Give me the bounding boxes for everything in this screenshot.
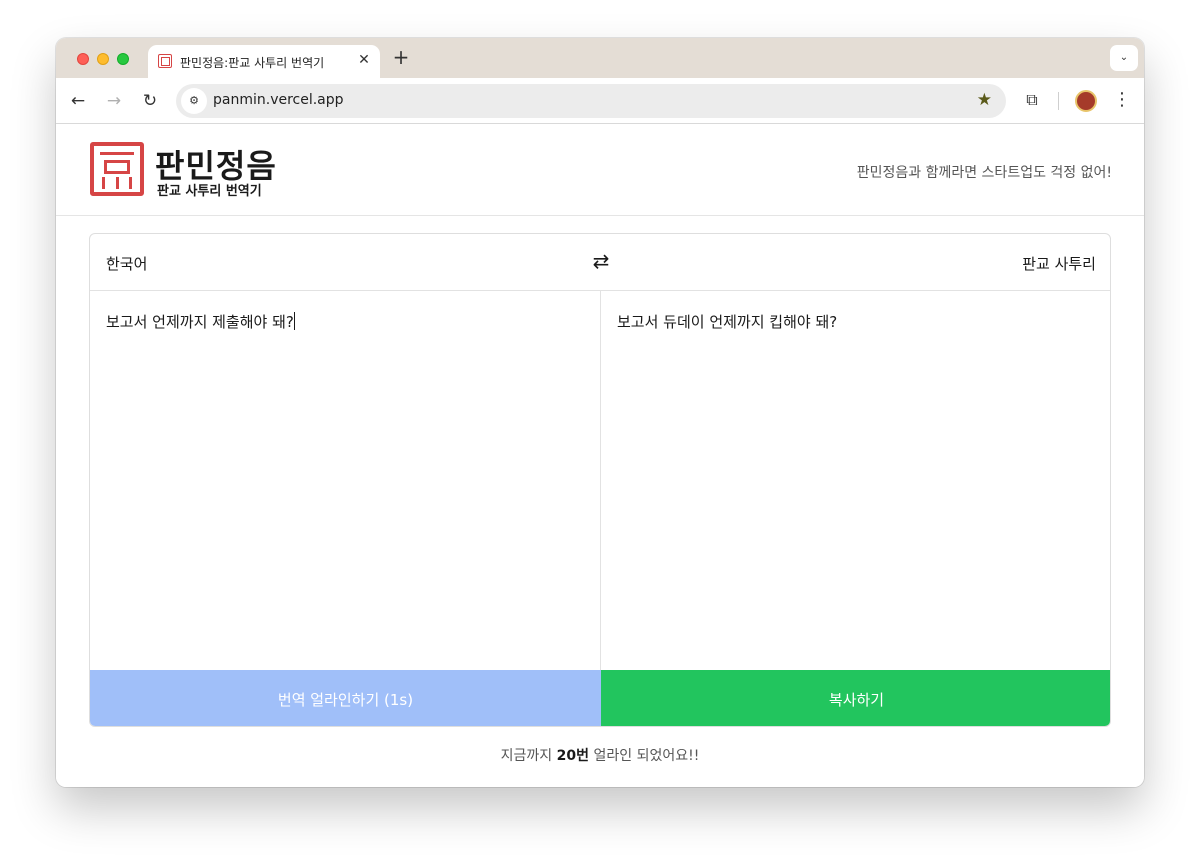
browser-menu-icon[interactable]: ⋮ bbox=[1110, 88, 1134, 112]
profile-avatar[interactable] bbox=[1075, 90, 1097, 112]
toolbar-divider bbox=[1058, 92, 1059, 110]
site-header: 판민정음 판교 사투리 번역기 판민정음과 함께라면 스타트업도 걱정 없어! bbox=[56, 125, 1144, 216]
site-info-icon[interactable]: ⚙ bbox=[181, 88, 207, 114]
forward-button[interactable]: → bbox=[102, 89, 126, 113]
source-text-input[interactable]: 보고서 언제까지 제출해야 돼? bbox=[90, 291, 601, 670]
counter-suffix: 얼라인 되었어요!! bbox=[589, 748, 700, 764]
back-button[interactable]: ← bbox=[66, 89, 90, 113]
target-language-label: 판교 사투리 bbox=[1022, 255, 1096, 273]
browser-window: 판민정음:판교 사투리 번역기 ✕ + ⌄ ← → ↻ ⚙ panmin.ver… bbox=[56, 38, 1144, 787]
text-caret bbox=[293, 312, 295, 330]
logo-icon[interactable] bbox=[90, 142, 144, 196]
close-tab-icon[interactable]: ✕ bbox=[355, 51, 373, 69]
tab-search-button[interactable]: ⌄ bbox=[1110, 45, 1138, 71]
translation-output: 보고서 듀데이 언제까지 킵해야 돼? bbox=[601, 291, 1110, 670]
tab-title: 판민정음:판교 사투리 번역기 bbox=[180, 56, 325, 70]
address-bar[interactable]: ⚙ panmin.vercel.app ★ bbox=[176, 84, 1006, 118]
translated-text: 보고서 듀데이 언제까지 킵해야 돼? bbox=[617, 313, 838, 331]
translator-card: 한국어 ⇄ 판교 사투리 보고서 언제까지 제출해야 돼? 보고서 듀데이 언제… bbox=[89, 233, 1111, 727]
counter-value: 20번 bbox=[556, 748, 590, 764]
usage-counter: 지금까지 20번 얼라인 되었어요!! bbox=[56, 745, 1144, 765]
browser-toolbar: ← → ↻ ⚙ panmin.vercel.app ★ ⧉ ⋮ bbox=[56, 78, 1144, 124]
source-text: 보고서 언제까지 제출해야 돼? bbox=[106, 313, 294, 331]
favicon-icon bbox=[158, 54, 172, 68]
copy-button[interactable]: 복사하기 bbox=[601, 670, 1110, 726]
page-content: 판민정음 판교 사투리 번역기 판민정음과 함께라면 스타트업도 걱정 없어! … bbox=[56, 125, 1144, 787]
new-tab-button[interactable]: + bbox=[390, 46, 412, 68]
header-tagline: 판민정음과 함께라면 스타트업도 걱정 없어! bbox=[856, 165, 1112, 181]
reload-button[interactable]: ↻ bbox=[138, 89, 162, 113]
translate-button[interactable]: 번역 얼라인하기 (1s) bbox=[90, 670, 601, 726]
counter-prefix: 지금까지 bbox=[500, 748, 557, 764]
browser-tab[interactable]: 판민정음:판교 사투리 번역기 ✕ bbox=[148, 45, 380, 78]
extensions-icon[interactable]: ⧉ bbox=[1020, 88, 1044, 112]
minimize-window-button[interactable] bbox=[97, 53, 109, 65]
bookmark-star-icon[interactable]: ★ bbox=[977, 90, 992, 110]
language-row: 한국어 ⇄ 판교 사투리 bbox=[90, 234, 1110, 291]
maximize-window-button[interactable] bbox=[117, 53, 129, 65]
url-text[interactable]: panmin.vercel.app bbox=[213, 92, 344, 108]
tab-strip: 판민정음:판교 사투리 번역기 ✕ + ⌄ bbox=[56, 38, 1144, 78]
logo-subtitle: 판교 사투리 번역기 bbox=[157, 184, 262, 199]
swap-languages-icon[interactable]: ⇄ bbox=[588, 248, 614, 274]
source-language-label: 한국어 bbox=[106, 255, 148, 273]
close-window-button[interactable] bbox=[77, 53, 89, 65]
